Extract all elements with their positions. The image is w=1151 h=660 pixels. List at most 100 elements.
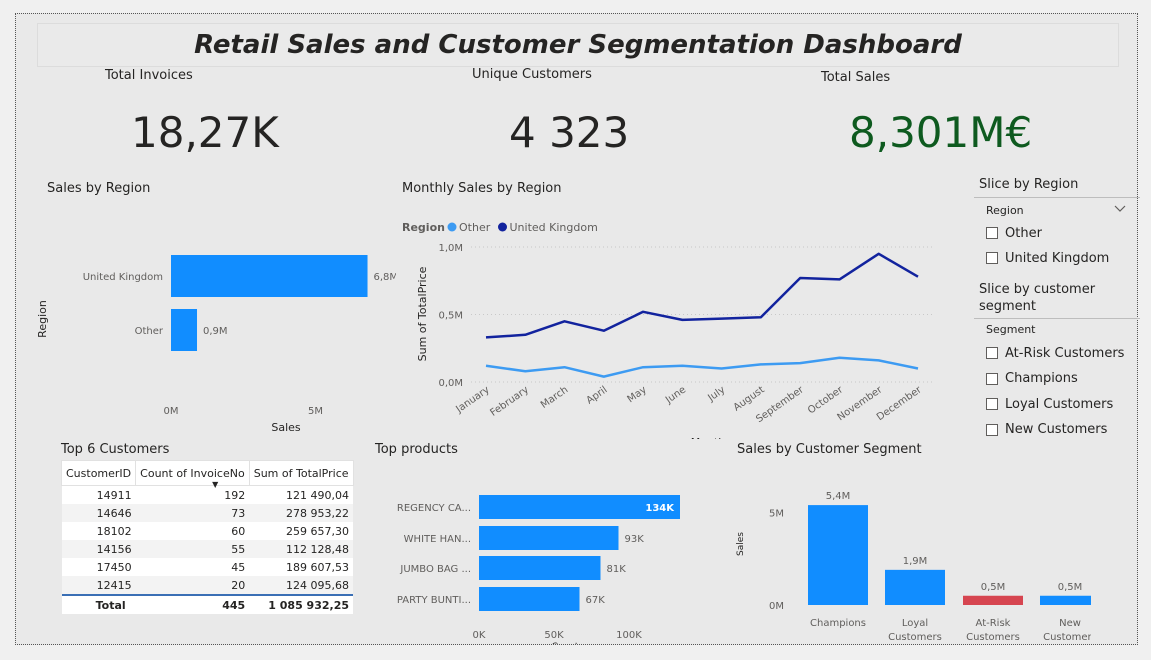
data-label: 0,5M [981, 582, 1006, 593]
y-tick-label: 0,5M [438, 311, 463, 322]
category-label: PARTY BUNTI... [397, 595, 471, 606]
slicer-option-label: Champions [1005, 371, 1078, 386]
kpi-label: Total Invoices [105, 68, 193, 83]
checkbox[interactable] [986, 423, 998, 436]
x-tick-label: December [875, 384, 925, 423]
segment-option-loyal-customers[interactable]: Loyal Customers [986, 394, 1113, 414]
table-row[interactable]: 14156 55 112 128,48 [61, 540, 354, 558]
checkbox[interactable] [986, 252, 998, 264]
title-banner: Retail Sales and Customer Segmentation D… [37, 23, 1119, 67]
kpi-total-invoices[interactable]: Total Invoices 18,27K [76, 68, 296, 168]
legend-label[interactable]: Other [459, 221, 491, 234]
data-label: 81K [607, 564, 627, 575]
legend-label[interactable]: United Kingdom [510, 221, 598, 234]
legend-marker [447, 222, 457, 232]
table-total-cell: 445 [135, 594, 250, 614]
x-axis-title: Count [552, 642, 579, 644]
table-row[interactable]: 14646 73 278 953,22 [61, 504, 354, 522]
series-line[interactable] [485, 252, 919, 339]
category-label: Champions [810, 618, 866, 629]
kpi-unique-customers[interactable]: Unique Customers 4 323 [456, 67, 676, 168]
category-label: At-Risk Customers [966, 618, 1020, 643]
table-header-row: CustomerID Count of InvoiceNo ▼ Sum of To… [60, 460, 354, 489]
column-header-total-price[interactable]: Sum of TotalPrice [248, 460, 354, 486]
legend-title: Region [402, 221, 445, 234]
slicer-option-label: United Kingdom [1005, 250, 1110, 266]
bar[interactable] [808, 505, 868, 605]
x-tick-label: July [705, 384, 727, 404]
x-tick-label: March [539, 384, 570, 410]
data-label: 1,9M [903, 556, 928, 567]
column-header-label: Sum of TotalPrice [253, 466, 349, 480]
top-customers-title: Top 6 Customers [61, 442, 170, 457]
column-header-label: Count of InvoiceNo [140, 466, 245, 480]
kpi-value: 4 323 [509, 108, 630, 157]
category-label: United Kingdom [83, 272, 163, 283]
table-row[interactable]: 18102 60 259 657,30 [61, 522, 354, 540]
bar[interactable] [885, 569, 945, 605]
slicer-divider [974, 318, 1140, 319]
checkbox[interactable] [986, 227, 998, 239]
table-cell: 18102 [61, 522, 136, 540]
column-header-label: CustomerID [66, 466, 132, 480]
top-customers-table[interactable]: CustomerID Count of InvoiceNo ▼ Sum of To… [60, 460, 354, 614]
segment-option-at-risk-customers[interactable]: At-Risk Customers [986, 343, 1124, 363]
data-label: 134K [645, 503, 675, 514]
category-label: NewCustomers [1043, 618, 1091, 643]
bar[interactable] [1040, 595, 1091, 605]
table-cell: 278 953,22 [249, 504, 354, 522]
bar[interactable] [479, 526, 619, 550]
slicer-divider [974, 197, 1140, 198]
region-option-united-kingdom[interactable]: United Kingdom [986, 248, 1109, 268]
top-products-title: Top products [375, 442, 458, 457]
bar[interactable] [963, 595, 1023, 605]
bar[interactable] [171, 255, 368, 297]
region-slicer: Slice by Region Region Other United Kingd… [974, 177, 1140, 266]
table-cell: 112 128,48 [249, 540, 354, 558]
chevron-down-icon [1114, 205, 1126, 212]
segment-sales-chart[interactable]: Sales 0M 5M 5,4M Champions 1,9M Loyal Customers… [731, 459, 1091, 644]
column-header-invoice-count[interactable]: Count of InvoiceNo ▼ [135, 460, 250, 489]
monthly-sales-title: Monthly Sales by Region [402, 181, 562, 196]
data-label: 93K [625, 534, 645, 545]
dashboard-title: Retail Sales and Customer Segmentation D… [194, 30, 962, 60]
x-tick-label: February [488, 384, 531, 418]
table-row[interactable]: 17450 45 189 607,53 [61, 558, 354, 576]
table-cell: 55 [135, 540, 250, 558]
slicer-title: Slice by customer segment [979, 282, 1096, 314]
column-header-customerid[interactable]: CustomerID [60, 460, 137, 486]
x-tick-label: June [663, 384, 688, 406]
sales-by-region-chart[interactable]: Region United Kingdom 6,8M Other 0,9M 0M 5M Sal… [36, 199, 396, 439]
segment-option-champions[interactable]: Champions [986, 369, 1078, 389]
y-axis-title: Sum of TotalPrice [416, 266, 429, 361]
checkbox[interactable] [986, 372, 998, 385]
kpi-label: Unique Customers [472, 67, 592, 82]
table-row[interactable]: 12415 20 124 095,68 [61, 576, 354, 595]
table-cell: 12415 [61, 576, 136, 595]
table-row[interactable]: 14911 192 121 490,04 [61, 485, 354, 504]
monthly-sales-chart[interactable]: Region Other United Kingdom 0,0M 0,5M 1,0M Sum… [396, 199, 941, 439]
x-tick-label: May [626, 384, 649, 405]
bar[interactable] [479, 587, 580, 611]
category-label: Loyal Customers [888, 618, 942, 643]
category-label: WHITE HAN... [404, 534, 471, 545]
bar[interactable] [479, 556, 601, 580]
segment-option-new-customers[interactable]: New Customers [986, 420, 1107, 440]
table-cell: 124 095,68 [249, 576, 354, 595]
category-label: JUMBO BAG ... [399, 564, 471, 575]
kpi-total-sales[interactable]: Total Sales 8,301M€ [806, 68, 1046, 168]
series-line[interactable] [485, 356, 919, 378]
data-label: 5,4M [826, 491, 851, 502]
checkbox[interactable] [986, 347, 998, 359]
region-option-other[interactable]: Other [986, 223, 1042, 243]
checkbox[interactable] [986, 398, 998, 410]
bar[interactable] [171, 309, 198, 351]
table-cell: 20 [135, 576, 250, 595]
x-tick-label: 0M [164, 406, 179, 417]
table-cell: 259 657,30 [249, 522, 354, 540]
y-axis-title: Region [36, 300, 49, 338]
table-cell: 17450 [61, 558, 136, 576]
top-products-chart[interactable]: REGENCY CA... 134K WHITE HAN... 93K JUMBO BA… [371, 459, 711, 644]
region-slicer-header[interactable]: Region [974, 201, 1134, 221]
y-axis-title: Sales [736, 532, 746, 556]
